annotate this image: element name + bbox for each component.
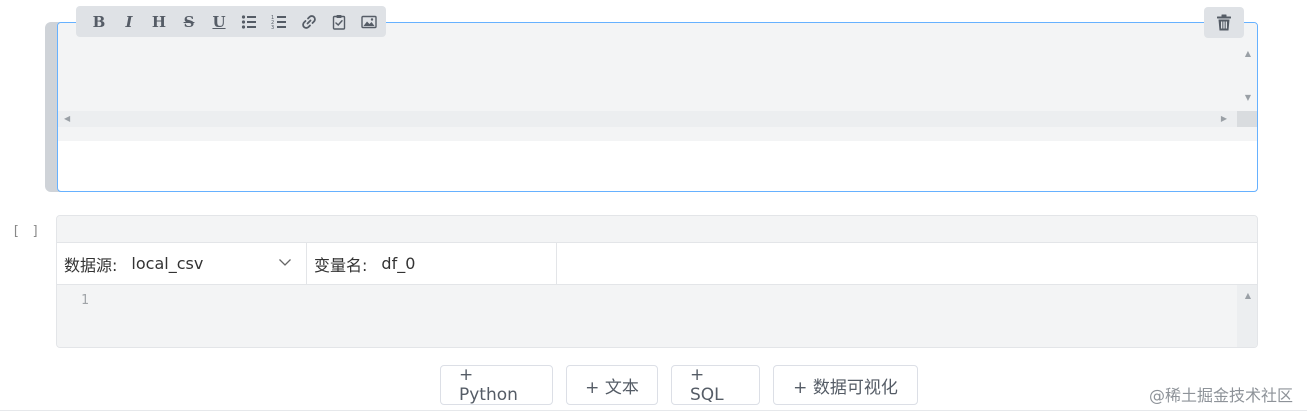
code-cell-header xyxy=(57,216,1257,243)
variable-name-input[interactable]: df_0 xyxy=(381,254,415,273)
execution-count: [ ] xyxy=(12,224,42,239)
checklist-button[interactable] xyxy=(324,8,354,36)
code-vertical-scrollbar[interactable]: ▲ xyxy=(1237,285,1257,347)
variable-name-label: 变量名: xyxy=(314,255,368,275)
divider xyxy=(0,410,1307,411)
strikethrough-icon: S xyxy=(183,12,195,31)
svg-text:3: 3 xyxy=(271,25,274,30)
code-cell[interactable]: 数据源: local_csv 变量名: df_0 1 ▲ xyxy=(56,215,1258,348)
scroll-right-arrow-icon[interactable]: ▶ xyxy=(1221,114,1227,123)
chevron-down-icon xyxy=(279,259,291,266)
italic-icon: I xyxy=(125,12,133,31)
markdown-editor[interactable]: ▲ ▼ ◀ ▶ xyxy=(58,23,1257,141)
numbered-list-icon: 1 2 3 xyxy=(271,15,286,30)
horizontal-scrollbar[interactable]: ◀ ▶ xyxy=(58,111,1257,127)
image-icon xyxy=(361,15,377,28)
bullet-list-button[interactable] xyxy=(234,8,264,36)
add-visualization-button[interactable]: + 数据可视化 xyxy=(773,365,918,405)
add-cell-buttons: + Python + 文本 + SQL + 数据可视化 xyxy=(440,365,918,405)
scroll-left-arrow-icon[interactable]: ◀ xyxy=(64,114,70,123)
underline-icon: U xyxy=(212,12,226,31)
link-button[interactable] xyxy=(294,8,324,36)
line-number: 1 xyxy=(81,293,89,308)
bold-button[interactable]: B xyxy=(84,8,114,36)
scroll-down-arrow-icon[interactable]: ▼ xyxy=(1245,93,1251,102)
heading-icon: H xyxy=(151,12,167,31)
bold-icon: B xyxy=(92,12,106,31)
data-source-select[interactable]: 数据源: local_csv xyxy=(57,243,307,284)
numbered-list-button[interactable]: 1 2 3 xyxy=(264,8,294,36)
link-icon xyxy=(302,14,316,29)
markdown-toolbar: B I H S U 1 2 3 xyxy=(76,6,386,37)
underline-button[interactable]: U xyxy=(204,8,234,36)
strikethrough-button[interactable]: S xyxy=(174,8,204,36)
image-button[interactable] xyxy=(354,8,384,36)
markdown-editor-frame[interactable]: ▲ ▼ ◀ ▶ xyxy=(57,22,1258,192)
data-source-value: local_csv xyxy=(131,254,204,273)
delete-cell-button[interactable] xyxy=(1204,7,1244,38)
clipboard-check-icon xyxy=(332,14,346,30)
trash-icon xyxy=(1217,14,1231,31)
code-editor[interactable]: 1 ▲ xyxy=(57,285,1257,347)
scroll-up-arrow-icon[interactable]: ▲ xyxy=(1245,291,1251,300)
add-sql-button[interactable]: + SQL xyxy=(671,365,760,405)
scrollbar-corner xyxy=(1237,111,1257,127)
watermark: @稀土掘金技术社区 xyxy=(1148,386,1293,405)
add-python-button[interactable]: + Python xyxy=(440,365,553,405)
heading-button[interactable]: H xyxy=(144,8,174,36)
scroll-up-arrow-icon[interactable]: ▲ xyxy=(1245,49,1251,58)
add-text-button[interactable]: + 文本 xyxy=(566,365,658,405)
italic-button[interactable]: I xyxy=(114,8,144,36)
code-cell-config: 数据源: local_csv 变量名: df_0 xyxy=(57,243,1257,285)
bullet-list-icon xyxy=(241,14,256,29)
notebook-page: ▲ ▼ ◀ ▶ B I H S U 1 2 3 [] 数据源: local_c… xyxy=(0,0,1307,417)
variable-name-field: 变量名: df_0 xyxy=(307,243,557,284)
markdown-cell[interactable]: ▲ ▼ ◀ ▶ xyxy=(45,22,1258,192)
data-source-label: 数据源: xyxy=(64,255,118,275)
